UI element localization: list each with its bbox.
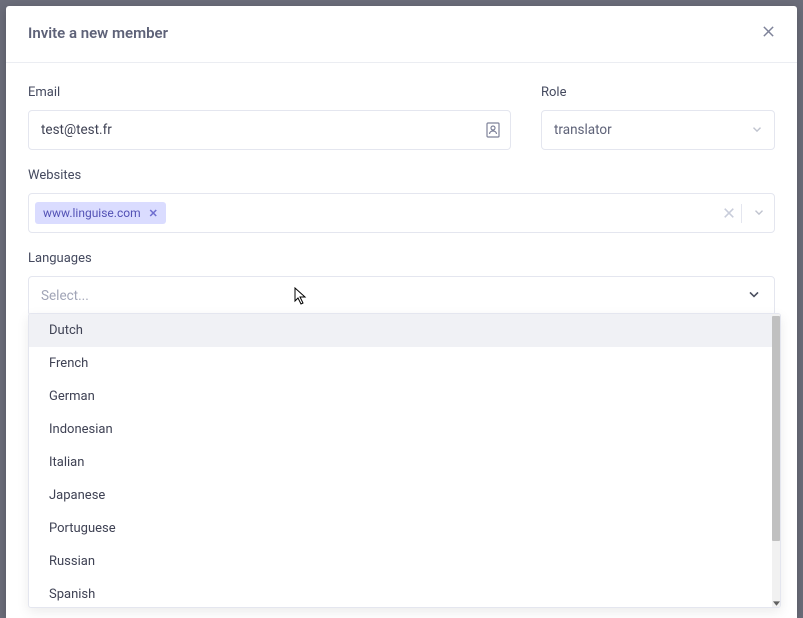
language-option[interactable]: Spanish [29, 578, 772, 607]
languages-label: Languages [28, 251, 775, 266]
websites-field-group: Websites www.linguise.com ✕ [28, 168, 775, 233]
modal-body: Email Role translator [6, 63, 797, 344]
language-option[interactable]: Italian [29, 446, 772, 479]
contact-card-icon[interactable] [486, 122, 500, 138]
language-option[interactable]: French [29, 347, 772, 380]
close-icon [723, 207, 735, 219]
languages-select[interactable]: Select... [28, 276, 775, 316]
websites-label: Websites [28, 168, 775, 183]
role-select[interactable]: translator [541, 110, 775, 150]
invite-member-modal: Invite a new member Email [6, 6, 797, 618]
websites-dropdown-toggle[interactable] [741, 204, 766, 223]
modal-title: Invite a new member [28, 24, 168, 42]
language-option[interactable]: Portuguese [29, 512, 772, 545]
language-option[interactable]: Indonesian [29, 413, 772, 446]
language-option[interactable]: Russian [29, 545, 772, 578]
scroll-down-arrow[interactable] [772, 599, 780, 607]
email-input-wrap [28, 110, 511, 150]
close-button[interactable] [762, 24, 775, 42]
languages-field-group: Languages Select... [28, 251, 775, 316]
language-option[interactable]: Dutch [29, 314, 772, 347]
email-field-group: Email [28, 85, 511, 150]
email-input[interactable] [29, 122, 486, 138]
website-tag: www.linguise.com ✕ [35, 202, 166, 224]
website-tag-label: www.linguise.com [43, 206, 141, 220]
chevron-down-icon [746, 286, 762, 306]
role-label: Role [541, 85, 775, 100]
languages-option-list[interactable]: DutchFrenchGermanIndonesianItalianJapane… [29, 314, 772, 607]
tag-remove-icon[interactable]: ✕ [149, 207, 158, 220]
modal-header: Invite a new member [6, 6, 797, 63]
languages-placeholder: Select... [41, 288, 746, 304]
email-label: Email [28, 85, 511, 100]
language-option[interactable]: Japanese [29, 479, 772, 512]
chevron-down-icon [752, 205, 766, 219]
role-selected-value: translator [554, 122, 750, 138]
scrollbar-thumb[interactable] [772, 316, 780, 541]
role-field-group: Role translator [541, 85, 775, 150]
clear-websites-button[interactable] [723, 204, 735, 223]
languages-dropdown: DutchFrenchGermanIndonesianItalianJapane… [28, 313, 781, 608]
language-option[interactable]: German [29, 380, 772, 413]
chevron-down-icon [750, 121, 764, 140]
websites-input[interactable]: www.linguise.com ✕ [28, 193, 775, 233]
scrollbar[interactable] [772, 314, 780, 607]
close-icon [762, 25, 775, 38]
